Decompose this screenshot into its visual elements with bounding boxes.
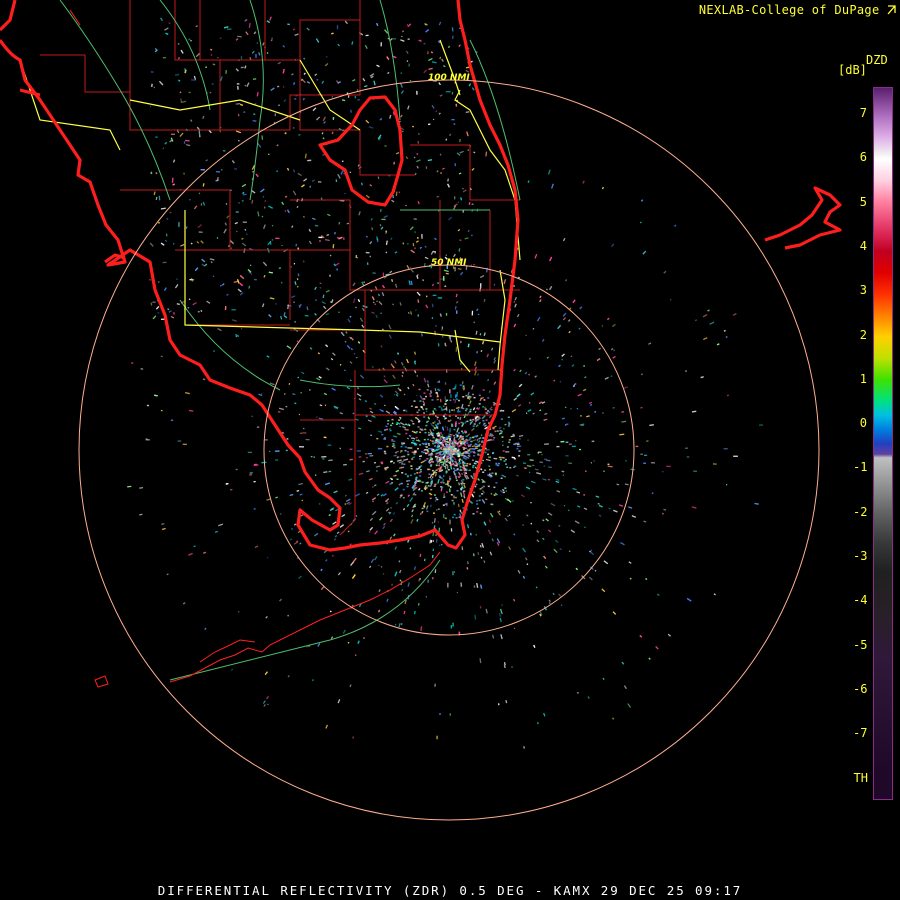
scale-tick: 4 [859, 238, 867, 253]
arrow-icon [887, 5, 896, 15]
scale-tick: TH [853, 770, 868, 785]
range-label-50: 50 NMI [431, 258, 467, 268]
color-scale-bar [873, 87, 893, 800]
product-caption: DIFFERENTIAL REFLECTIVITY (ZDR) 0.5 DEG … [157, 883, 743, 898]
scale-tick: 3 [859, 283, 867, 298]
scale-tick: 6 [859, 150, 867, 165]
scale-tick: -7 [853, 726, 868, 741]
scale-tick: -6 [853, 681, 868, 696]
scale-tick: -4 [853, 593, 868, 608]
unit-label: [dB] [838, 63, 867, 77]
scale-tick: -1 [853, 460, 868, 475]
scale-tick: -5 [853, 637, 868, 652]
scale-tick: 7 [859, 106, 867, 120]
scale-tick: 0 [859, 416, 867, 431]
scale-tick: 1 [859, 371, 867, 386]
scale-tick: -3 [853, 549, 868, 563]
scale-tick: 2 [859, 327, 867, 342]
product-code: DZD [866, 53, 888, 67]
radar-map [0, 0, 900, 900]
scale-tick: -2 [853, 504, 868, 519]
credit-label: NEXLAB-College of DuPage [699, 3, 896, 17]
credit-text: NEXLAB-College of DuPage [698, 3, 880, 17]
scale-tick: 5 [859, 194, 867, 209]
range-label-100: 100 NMI [428, 73, 470, 83]
